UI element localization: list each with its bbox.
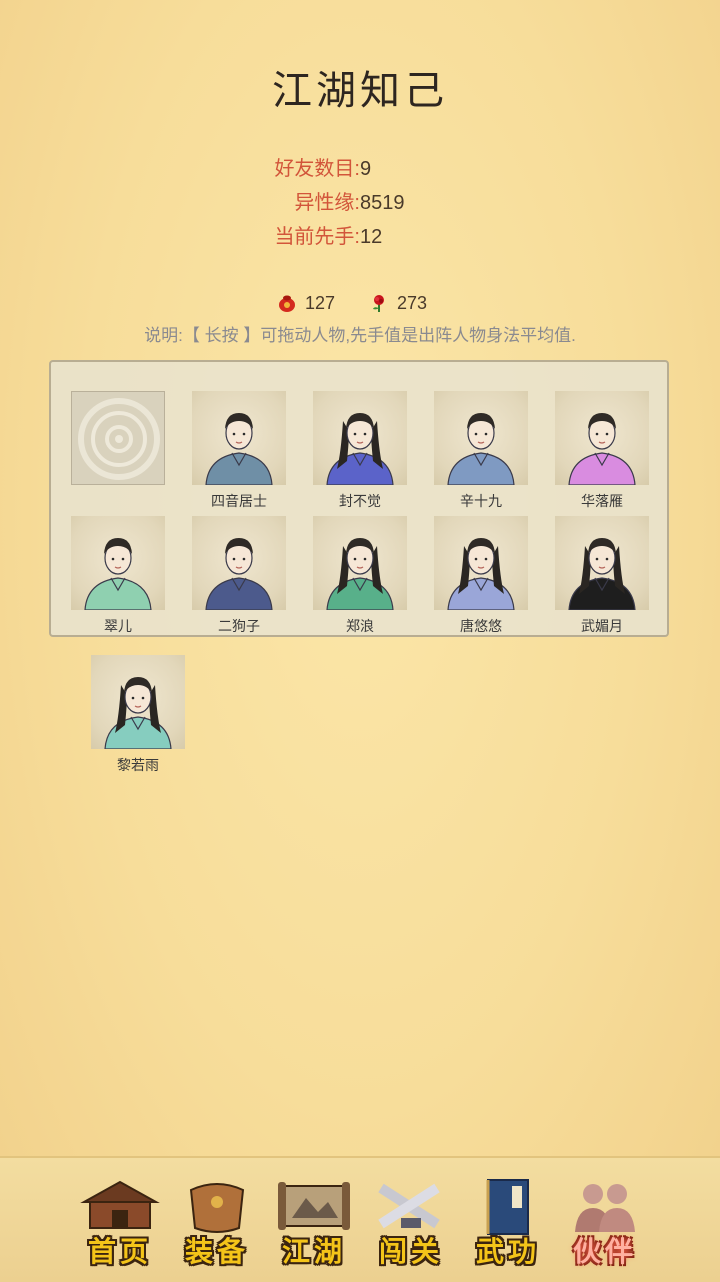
portrait-frame [192,391,286,485]
charm-row: 异性缘: [0,186,360,220]
portrait-frame [91,655,185,749]
companion-name: 二狗子 [218,618,260,634]
nav-label: 首页 [87,1235,152,1268]
flower-count: 273 [397,293,428,313]
portrait-frame [192,516,286,610]
companion-name: 四音居士 [211,493,267,509]
peasant-portrait [205,538,273,610]
friend-count-value-row: 9 [360,152,480,186]
companion-card[interactable]: 武媚月 [555,516,649,636]
nav-label: 武功 [475,1235,540,1268]
nav-item-5[interactable]: 伙伴 [565,1178,645,1278]
lady-portrait [568,413,636,485]
nav-item-2[interactable]: 江湖 [274,1178,354,1278]
initiative-value: 12 [360,226,383,248]
companion-name: 武媚月 [581,618,623,634]
nav-label: 江湖 [281,1235,346,1268]
companion-grid: 四音居士 封不觉 辛十九 华落雁翠儿 二狗子 郑浪 唐悠悠 武媚月 [49,360,669,637]
companion-card[interactable]: 辛十九 [434,391,528,511]
companion-card[interactable]: 华落雁 [555,391,649,511]
girl-portrait [104,677,172,749]
companion-card[interactable]: 翠儿 [71,516,165,636]
flute-player-portrait [568,538,636,610]
currency-bar: 127 273 [0,290,720,316]
companion-name: 黎若雨 [117,757,159,773]
pouch-currency: 127 [277,290,367,316]
friend-count-value: 9 [360,158,372,180]
seated-scholar-portrait [205,413,273,485]
flower-currency: 273 [369,290,459,316]
nav-item-3[interactable]: 闯关 [371,1178,451,1278]
maiden-portrait [447,538,515,610]
warrior-with-staff-portrait [447,413,515,485]
red-rose-icon [373,295,384,312]
companions-icon [575,1184,635,1232]
portrait-frame [555,391,649,485]
maid-portrait [84,538,152,610]
friend-count-label: 好友数目: [274,158,360,180]
charm-label: 异性缘: [294,192,360,214]
initiative-value-row: 12 [360,220,480,254]
page-title: 江湖知己 [272,68,448,114]
initiative-label: 当前先手: [274,226,360,248]
companion-name: 华落雁 [581,493,623,509]
companion-card-extra[interactable]: 黎若雨 [91,655,185,775]
nav-item-1[interactable]: 装备 [177,1178,257,1278]
nav-item-4[interactable]: 武功 [468,1178,548,1278]
book-icon [486,1179,529,1235]
instruction-note: 说明:【 长按 】可拖动人物,先手值是出阵人物身法平均值. [144,326,576,345]
nav-item-0[interactable]: 首页 [80,1178,160,1278]
portrait-frame [71,516,165,610]
companion-card[interactable]: 郑浪 [313,516,407,636]
emblem-frame [71,391,165,485]
companion-card[interactable]: 四音居士 [192,391,286,511]
companion-name: 封不觉 [339,493,381,509]
bottom-nav: 首页 装备 江湖 闯关 武功 伙伴 [0,1156,720,1282]
crossed-swords-icon [378,1183,440,1229]
armor-icon [189,1183,245,1233]
portrait-frame [555,516,649,610]
nav-label: 伙伴 [572,1235,637,1268]
red-pouch-icon [279,295,295,312]
companion-name: 辛十九 [460,493,502,509]
nav-label: 闯关 [378,1235,443,1268]
portrait-frame [434,516,528,610]
scroll-map-icon [278,1182,350,1230]
companion-name: 郑浪 [346,618,374,634]
charm-value: 8519 [360,192,405,214]
wanderer-portrait [326,538,394,610]
empty-slot-card[interactable] [71,391,165,511]
swordsman-portrait [326,413,394,485]
companion-card[interactable]: 唐悠悠 [434,516,528,636]
nav-label: 装备 [184,1235,249,1268]
portrait-frame [313,391,407,485]
companion-card[interactable]: 封不觉 [313,391,407,511]
portrait-frame [434,391,528,485]
emblem-icon [78,398,160,480]
house-icon [80,1180,160,1229]
charm-value-row: 8519 [360,186,480,220]
portrait-frame [313,516,407,610]
companion-name: 唐悠悠 [460,618,502,634]
companion-name: 翠儿 [104,618,132,634]
pouch-count: 127 [305,293,336,313]
friend-count-row: 好友数目: [0,152,360,186]
companion-card[interactable]: 二狗子 [192,516,286,636]
initiative-row: 当前先手: [0,220,360,254]
